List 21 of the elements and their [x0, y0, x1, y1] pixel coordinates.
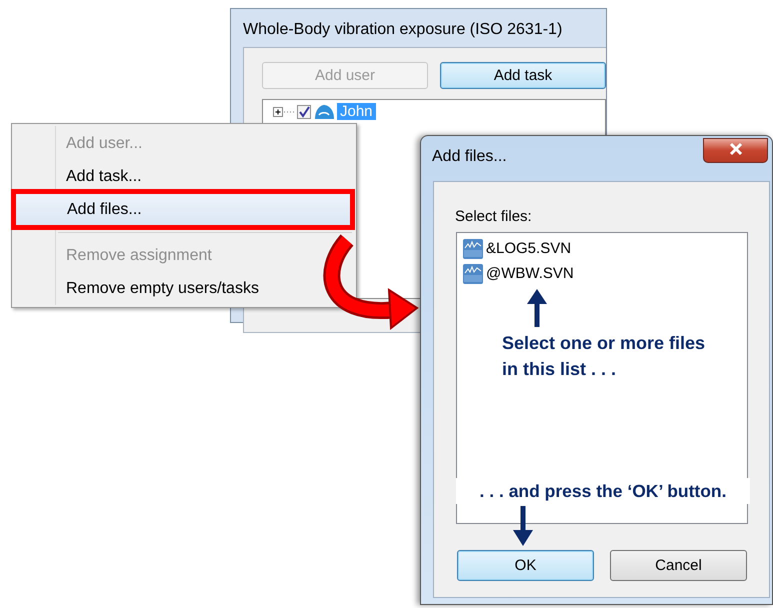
- expand-icon[interactable]: [273, 106, 295, 118]
- add-task-button[interactable]: Add task: [440, 62, 606, 89]
- ok-button[interactable]: OK: [457, 550, 594, 581]
- down-arrow: [513, 506, 533, 546]
- close-icon: [728, 142, 744, 156]
- user-icon: [313, 104, 335, 120]
- list-label: Select files:: [455, 208, 532, 225]
- menu-item[interactable]: Add task...: [14, 160, 354, 193]
- dialog-title: Add files...: [432, 148, 507, 166]
- file-item[interactable]: &LOG5.SVN: [486, 240, 572, 257]
- window-title: Whole-Body vibration exposure (ISO 2631-1): [243, 21, 562, 39]
- up-arrow: [527, 289, 547, 327]
- file-item[interactable]: @WBW.SVN: [486, 265, 574, 282]
- file-icon: [463, 238, 483, 258]
- annotation-text: Select one or more files in this list . . .: [502, 332, 706, 381]
- file-icon: [463, 264, 483, 284]
- annotation-text: . . . and press the ‘OK’ button.: [456, 478, 750, 504]
- cancel-button[interactable]: Cancel: [610, 550, 747, 581]
- checkbox[interactable]: [297, 104, 311, 118]
- menu-item[interactable]: Remove empty users/tasks: [14, 272, 354, 305]
- close-button[interactable]: [703, 138, 768, 163]
